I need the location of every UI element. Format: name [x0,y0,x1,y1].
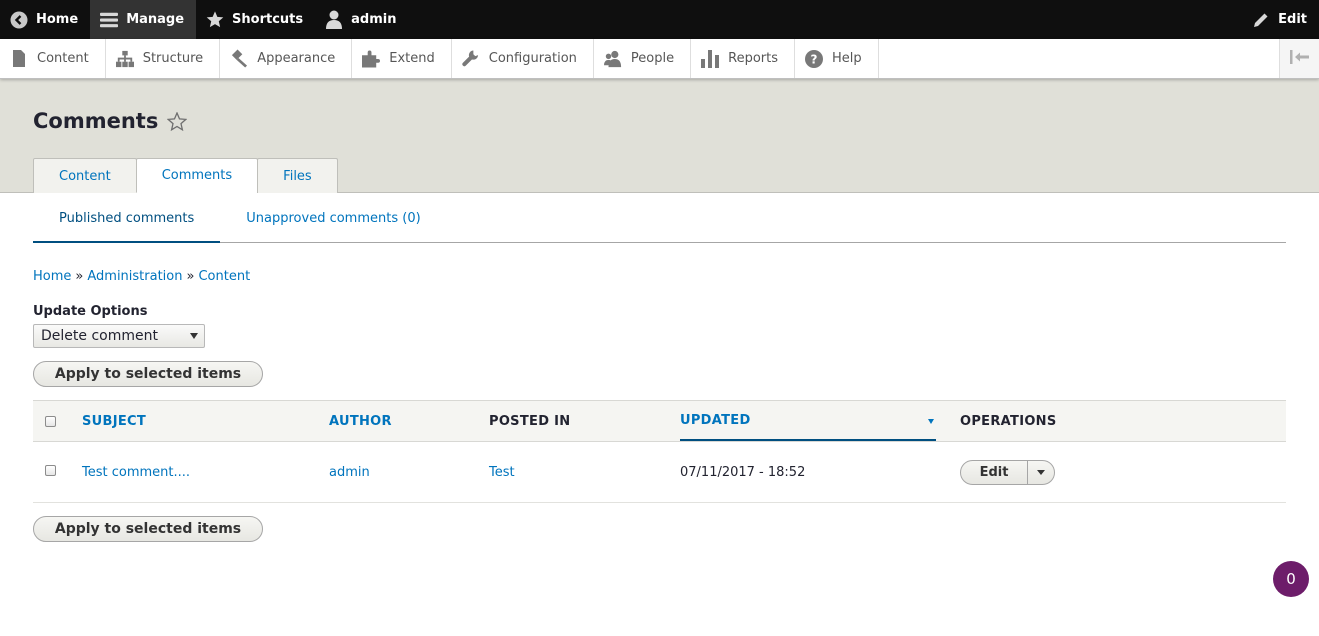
breadcrumb-administration[interactable]: Administration [87,269,182,284]
page-title-text: Comments [33,109,159,133]
header-updated[interactable]: UPDATED [680,401,936,441]
toolbar-user[interactable]: admin [315,0,408,39]
tab-files[interactable]: Files [257,158,338,193]
select-all-cell [45,401,56,441]
toolbar-edit-label: Edit [1278,12,1307,27]
posted-in-link[interactable]: Test [489,465,515,480]
update-options-select[interactable]: Delete comment [33,324,205,348]
table-row: Test comment.... admin Test 07/11/2017 -… [33,442,1286,503]
people-icon [603,50,622,68]
menu-icon [100,11,119,29]
breadcrumb-content[interactable]: Content [198,269,250,284]
star-icon [206,11,224,29]
toolbar-shortcuts[interactable]: Shortcuts [196,0,315,39]
admin-toolbar: Home Manage Shortcuts admin Edit [0,0,1319,39]
operations-cell: Edit [960,442,1055,502]
breadcrumb-home[interactable]: Home [33,269,71,284]
admin-tray: Content Structure Appearance Extend Conf… [0,39,1319,79]
sort-descending-icon [928,419,934,424]
tray-label-extend: Extend [389,51,435,66]
row-checkbox[interactable] [45,464,56,476]
toolbar-manage[interactable]: Manage [90,0,197,39]
apply-selected-button-top[interactable]: Apply to selected items [33,361,263,387]
pencil-icon [1252,11,1270,29]
tray-item-configuration[interactable]: Configuration [452,39,594,78]
toolbar-edit[interactable]: Edit [1242,0,1319,39]
back-arrow-icon [10,11,28,29]
table-header: SUBJECT AUTHOR POSTED IN UPDATED OPERATI… [33,400,1286,442]
tray-label-people: People [630,51,675,66]
tray-item-people[interactable]: People [594,39,692,78]
header-subject[interactable]: SUBJECT [82,401,146,441]
tray-label-reports: Reports [728,51,778,66]
paintbrush-icon [230,49,248,68]
apply-selected-button-bottom[interactable]: Apply to selected items [33,516,263,542]
tray-label-structure: Structure [142,51,204,66]
tab-unapproved-comments[interactable]: Unapproved comments (0) [220,194,446,242]
breadcrumb-separator: » [75,269,84,284]
tray-label-help: Help [832,51,862,66]
toolbar-home-label: Home [36,12,79,27]
breadcrumb-separator: » [186,269,195,284]
tray-item-extend[interactable]: Extend [352,39,452,78]
page-header: Comments Content Comments Files [0,79,1319,193]
tab-content[interactable]: Content [33,158,137,193]
edit-comment-button[interactable]: Edit [961,460,1028,484]
primary-tabs: Content Comments Files [33,158,338,193]
toolbar-user-label: admin [351,12,397,27]
update-options-label: Update Options [33,304,148,319]
add-shortcut-star-icon[interactable] [167,111,188,131]
tray-label-configuration: Configuration [488,51,577,66]
toolbar-home[interactable]: Home [0,0,90,39]
header-author[interactable]: AUTHOR [329,401,392,441]
comment-subject-link[interactable]: Test comment.... [82,465,190,480]
tray-orientation-toggle[interactable] [1279,39,1319,78]
comment-author-link[interactable]: admin [329,465,370,480]
bar-chart-icon [701,49,720,68]
help-icon: ? [805,49,823,68]
row-select-cell [45,440,56,500]
hierarchy-icon [115,50,134,68]
page-title: Comments [33,109,188,133]
comments-table: SUBJECT AUTHOR POSTED IN UPDATED OPERATI… [33,400,1286,503]
tray-label-content: Content [37,51,89,66]
secondary-tabs: Published comments Unapproved comments (… [33,194,1286,243]
toolbar-shortcuts-label: Shortcuts [232,12,304,27]
chevron-down-icon [1037,469,1045,475]
puzzle-icon [362,49,381,68]
header-operations: OPERATIONS [960,413,1057,429]
select-all-checkbox[interactable] [45,415,56,427]
tray-item-help[interactable]: ? Help [795,39,879,78]
user-icon [325,10,343,29]
dropdown-arrow-icon [190,333,198,339]
update-options-value: Delete comment [41,328,158,344]
tray-item-appearance[interactable]: Appearance [220,39,353,78]
wrench-icon [462,50,480,68]
file-icon [10,50,28,68]
header-posted-in: POSTED IN [489,413,571,429]
tray-item-content[interactable]: Content [0,39,106,78]
tab-comments[interactable]: Comments [135,158,259,193]
updated-date: 07/11/2017 - 18:52 [680,464,806,480]
tray-item-reports[interactable]: Reports [691,39,795,78]
header-updated-label: UPDATED [680,412,751,428]
breadcrumb: Home» Administration» Content [33,269,250,284]
tray-item-structure[interactable]: Structure [106,39,221,78]
notification-badge[interactable]: 0 [1273,561,1309,597]
tray-label-appearance: Appearance [257,51,336,66]
svg-text:?: ? [811,52,818,66]
collapse-tray-icon [1289,49,1310,68]
tab-published-comments[interactable]: Published comments [33,194,221,243]
operations-toggle[interactable] [1028,461,1054,484]
toolbar-manage-label: Manage [126,12,185,27]
operations-dropbutton: Edit [960,459,1055,485]
